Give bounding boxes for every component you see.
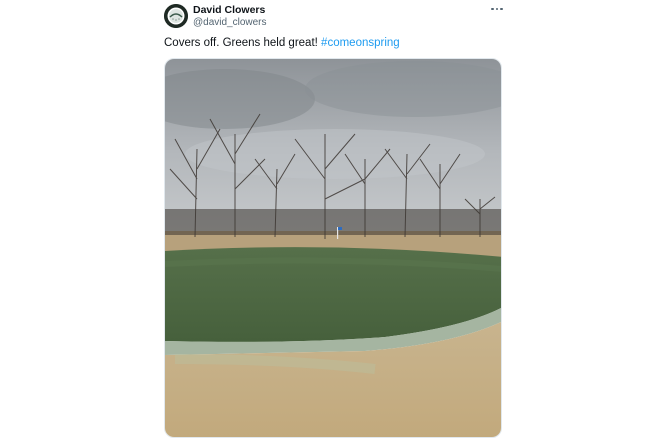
tweet-text: Covers off. Greens held great! #comeonsp… <box>164 37 400 49</box>
hashtag-link[interactable]: #comeonspring <box>321 37 400 49</box>
golf-green-photo <box>165 59 501 437</box>
author-handle[interactable]: @david_clowers <box>193 17 267 28</box>
tweet-card: David Clowers @david_clowers Covers off.… <box>0 0 667 438</box>
tweet-body: Covers off. Greens held great! <box>164 37 322 49</box>
author-avatar[interactable] <box>164 4 188 28</box>
golf-ball-avatar-icon <box>164 4 188 28</box>
more-options-icon[interactable] <box>486 2 508 16</box>
tweet-photo[interactable] <box>164 58 502 438</box>
author-display-name[interactable]: David Clowers <box>193 4 265 16</box>
